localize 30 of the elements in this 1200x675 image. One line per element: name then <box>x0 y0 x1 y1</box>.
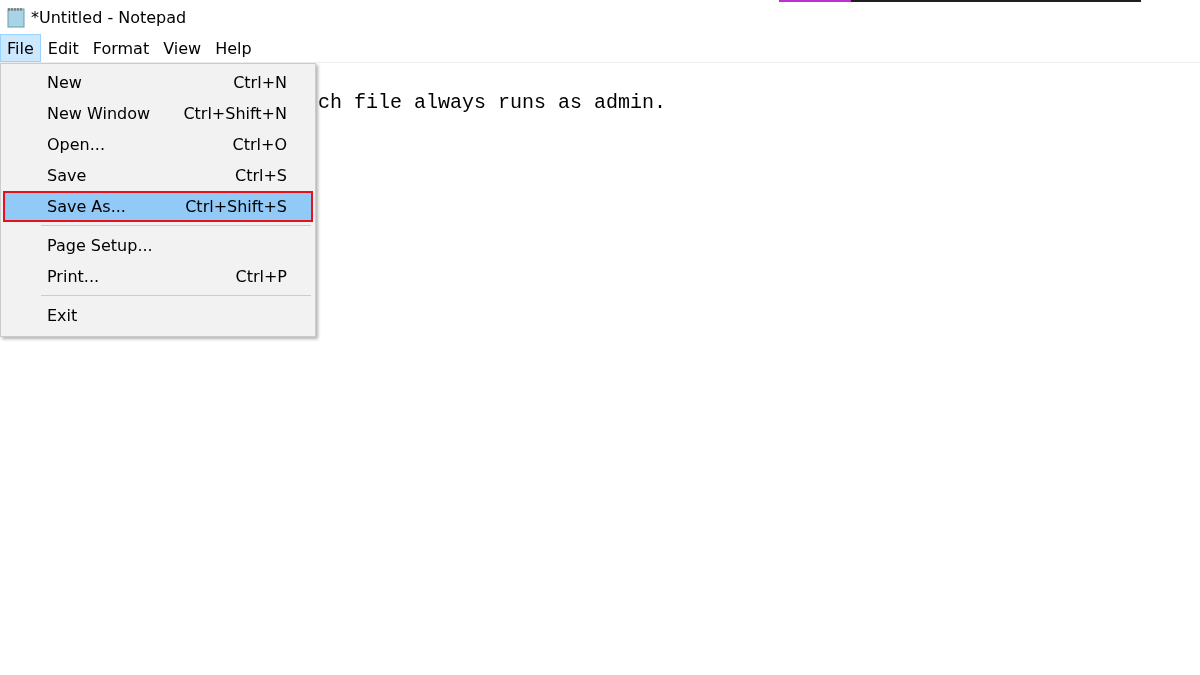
menu-bar-item[interactable]: Format <box>85 34 157 62</box>
notepad-icon <box>5 6 27 28</box>
menu-item[interactable]: Print... Ctrl+P <box>3 261 313 292</box>
menu-item-shortcut: Ctrl+S <box>234 166 287 185</box>
menu-bar-item[interactable]: Edit <box>40 34 86 62</box>
menu-item-shortcut: Ctrl+N <box>233 73 287 92</box>
menu-item[interactable]: New Ctrl+N <box>3 67 313 98</box>
menu-item-shortcut: Ctrl+P <box>235 267 287 286</box>
menu-item-label: Open... <box>47 135 105 154</box>
menu-item[interactable]: New Window Ctrl+Shift+N <box>3 98 313 129</box>
menu-item[interactable]: Save Ctrl+S <box>3 160 313 191</box>
editor-text: ch file always runs as admin. <box>318 91 667 114</box>
menu-item-label: New <box>47 73 82 92</box>
menu-bar-item[interactable]: File <box>0 34 41 62</box>
menu-bar-item[interactable]: View <box>156 34 209 62</box>
menu-item-shortcut: Ctrl+O <box>232 135 287 154</box>
menu-bar-item[interactable]: Help <box>208 34 259 62</box>
menu-item-label: Print... <box>47 267 100 286</box>
menu-item[interactable]: Page Setup... <box>3 230 313 261</box>
menu-item-shortcut: Ctrl+Shift+N <box>183 104 287 123</box>
menu-item-label: Page Setup... <box>47 236 153 255</box>
menu-item-label: New Window <box>47 104 151 123</box>
menu-item[interactable]: Exit <box>3 300 313 331</box>
menu-item[interactable]: Open... Ctrl+O <box>3 129 313 160</box>
window-title: *Untitled - Notepad <box>31 7 187 27</box>
menu-item-label: Exit <box>47 306 78 325</box>
menu-item-shortcut: Ctrl+Shift+S <box>185 197 287 216</box>
menu-item-label: Save <box>47 166 87 185</box>
menu-item[interactable]: Save As... Ctrl+Shift+S <box>3 191 313 222</box>
menu-item-label: Save As... <box>47 197 126 216</box>
